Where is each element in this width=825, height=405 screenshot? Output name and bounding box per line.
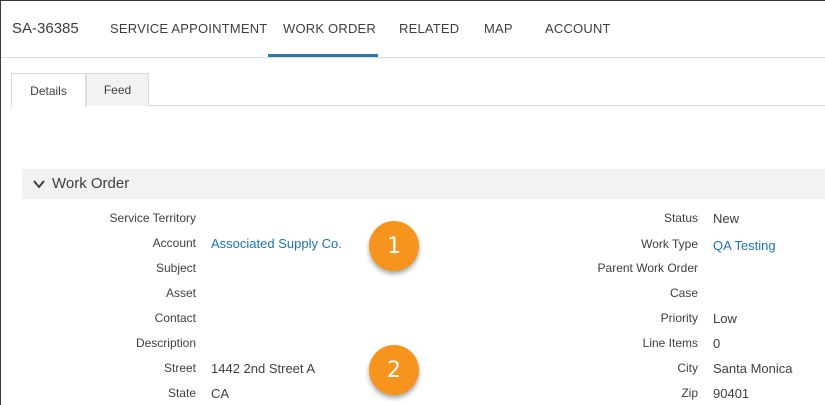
field-label-state: State — [167, 386, 196, 400]
field-label-status: Status — [663, 211, 698, 225]
field-label-city: City — [677, 361, 698, 375]
subtab-details[interactable]: Details — [11, 73, 86, 107]
field-label-street: Street — [163, 361, 196, 375]
tab-account[interactable]: ACCOUNT — [545, 21, 611, 36]
field-label-account: Account — [152, 236, 196, 250]
line-items-value: 0 — [713, 336, 721, 351]
callout-badge-2: 2 — [369, 345, 419, 395]
field-label-priority: Priority — [660, 311, 698, 325]
record-id: SA-36385 — [12, 20, 79, 37]
field-label-description: Description — [135, 336, 196, 350]
status-value: New — [713, 211, 740, 226]
state-value: CA — [211, 386, 230, 401]
subtab-feed[interactable]: Feed — [86, 73, 149, 106]
account-link[interactable]: Associated Supply Co. — [211, 236, 342, 251]
field-label-contact: Contact — [154, 311, 196, 325]
zip-value: 90401 — [713, 386, 750, 401]
field-label-work-type: Work Type — [641, 237, 698, 251]
field-label-subject: Subject — [155, 261, 196, 275]
city-value: Santa Monica — [713, 361, 793, 376]
active-tab-indicator — [268, 54, 378, 57]
tab-work-order[interactable]: WORK ORDER — [283, 21, 376, 36]
tab-map[interactable]: MAP — [484, 21, 513, 36]
field-label-line-items: Line Items — [642, 336, 698, 350]
window-frame — [0, 0, 825, 405]
field-label-parent-work-order: Parent Work Order — [597, 261, 698, 275]
subtab-bar: Details Feed — [11, 73, 825, 107]
field-label-zip: Zip — [681, 386, 698, 400]
tab-service-appointment[interactable]: SERVICE APPOINTMENT — [110, 21, 267, 36]
field-label-case: Case — [669, 286, 698, 300]
street-value: 1442 2nd Street A — [211, 361, 316, 376]
field-label-service-territory: Service Territory — [109, 211, 196, 225]
field-label-asset: Asset — [165, 286, 196, 300]
tab-related[interactable]: RELATED — [399, 21, 459, 36]
work-type-link[interactable]: QA Testing — [713, 238, 776, 253]
priority-value: Low — [713, 311, 737, 326]
callout-badge-1: 1 — [369, 221, 419, 271]
section-header-work-order[interactable]: Work Order — [22, 169, 825, 199]
chevron-down-icon[interactable] — [32, 177, 46, 191]
record-header: SA-36385 SERVICE APPOINTMENT WORK ORDER … — [1, 1, 825, 58]
section-title: Work Order — [52, 175, 130, 192]
